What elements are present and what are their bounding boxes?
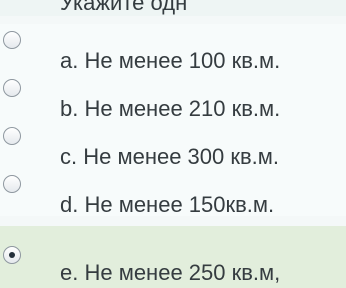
radio-unchecked-icon[interactable] <box>3 31 21 49</box>
radio-unchecked-icon[interactable] <box>3 175 21 193</box>
radio-unchecked-icon[interactable] <box>3 79 21 97</box>
answer-label-a: a. Не менее 100 кв.м. <box>60 48 281 73</box>
answer-option-c[interactable]: c. Не менее 300 кв.м. <box>0 120 346 169</box>
radio-button-a[interactable] <box>3 31 21 49</box>
radio-unchecked-icon[interactable] <box>3 127 21 145</box>
question-partial-label: Укажите одн <box>60 0 188 15</box>
radio-checked-icon[interactable] <box>3 246 21 264</box>
question-text-partial: Укажите одн <box>0 0 346 16</box>
answer-label-b: b. Не менее 210 кв.м. <box>60 96 281 121</box>
answer-label-d: d. Не менее 150кв.м. <box>60 192 275 217</box>
answer-option-b[interactable]: b. Не менее 210 кв.м. <box>0 72 346 121</box>
answer-option-a[interactable]: a. Не менее 100 кв.м. <box>0 24 346 73</box>
radio-button-b[interactable] <box>3 79 21 97</box>
radio-selected-dot <box>9 252 15 258</box>
answer-label-e: e. Не менее 250 кв.м, <box>60 260 281 285</box>
answer-option-e[interactable]: e. Не менее 250 кв.м, <box>0 226 346 288</box>
answer-option-d[interactable]: d. Не менее 150кв.м. <box>0 168 346 217</box>
radio-button-e[interactable] <box>3 246 21 264</box>
radio-button-d[interactable] <box>3 175 21 193</box>
radio-button-c[interactable] <box>3 127 21 145</box>
answer-label-c: c. Не менее 300 кв.м. <box>60 144 280 169</box>
